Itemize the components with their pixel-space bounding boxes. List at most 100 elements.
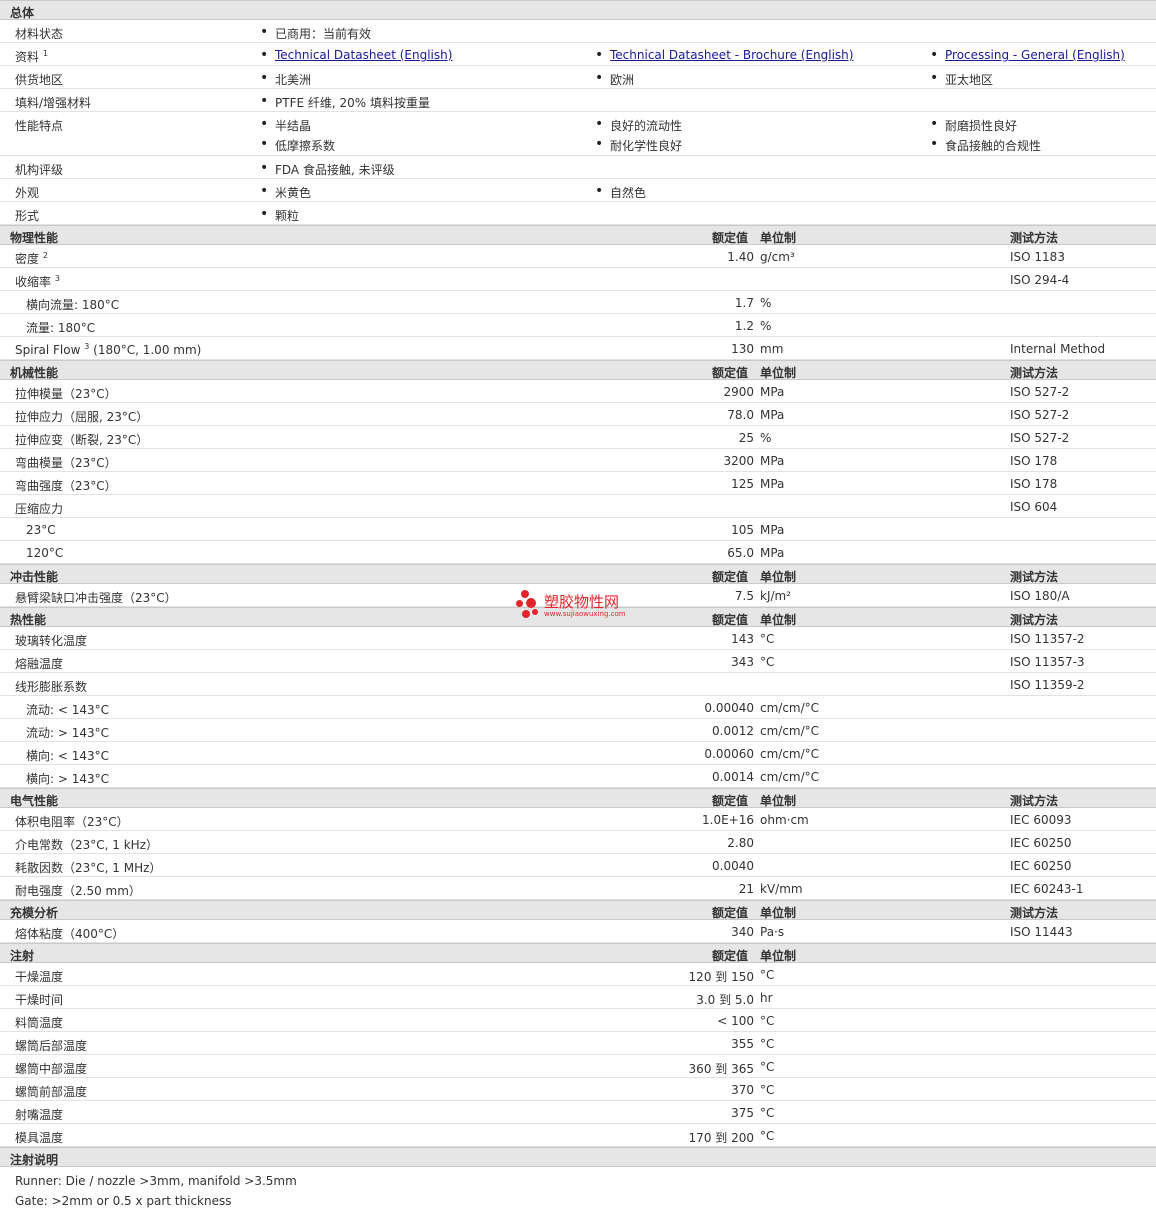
datasheet-link[interactable]: Processing - General (English) [945, 48, 1125, 62]
property-name: 模具温度 [15, 1131, 64, 1145]
datasheet-link[interactable]: Technical Datasheet (English) [275, 48, 452, 62]
row-label-text: 性能特点 [15, 119, 64, 133]
property-value: 343 [731, 655, 754, 669]
property-row: 拉伸应力（屈服, 23°C） 78.0 MPa ISO 527-2 [0, 403, 1156, 426]
property-name: 介电常数（23°C, 1 kHz） [15, 838, 158, 852]
section-header: 注射 额定值 单位制 [0, 943, 1156, 963]
section-header: 充模分析 额定值 单位制 测试方法 [0, 900, 1156, 920]
property-value: 143 [731, 632, 754, 646]
property-label: 线形膨胀系数 [15, 678, 87, 695]
item-text: 颗粒 [275, 209, 300, 223]
header-value: 额定值 [712, 366, 749, 380]
general-row: 形式 颗粒 [0, 202, 1156, 225]
property-name: 悬臂梁缺口冲击强度（23°C） [15, 591, 177, 605]
watermark-url: www.sujiaowuxing.com [544, 610, 626, 618]
property-name: 拉伸模量（23°C） [15, 387, 117, 401]
general-item: 颗粒 [260, 206, 300, 224]
property-label: 介电常数（23°C, 1 kHz） [15, 836, 158, 853]
property-value: 7.5 [734, 589, 754, 603]
property-value: 130 [731, 342, 754, 356]
property-label: 拉伸应变（断裂, 23°C） [15, 431, 148, 448]
property-value: 3.0 到 5.0 [696, 993, 754, 1007]
property-label: 干燥温度 [15, 968, 63, 985]
property-name: 料筒温度 [15, 1016, 64, 1030]
section-header: 机械性能 额定值 单位制 测试方法 [0, 360, 1156, 380]
property-name: 120°C [26, 546, 64, 560]
general-item: 已商用：当前有效 [260, 24, 371, 42]
general-row: 材料状态 已商用：当前有效 [0, 20, 1156, 43]
row-label: 性能特点 [15, 117, 63, 134]
property-unit: kJ/m² [760, 589, 792, 603]
general-row: 填料/增强材料 PTFE 纤维, 20% 填料按重量 [0, 89, 1156, 112]
property-label: 料筒温度 [15, 1014, 63, 1031]
test-method: ISO 11357-3 [1010, 655, 1085, 669]
property-label: 弯曲强度（23°C） [15, 477, 117, 494]
property-label: 螺筒后部温度 [15, 1037, 87, 1054]
section-title: 注射 [10, 949, 35, 963]
property-row: 线形膨胀系数 ISO 11359-2 [0, 673, 1156, 696]
property-label: 螺筒前部温度 [15, 1083, 87, 1100]
property-unit: cm/cm/°C [760, 770, 820, 784]
property-label: 模具温度 [15, 1129, 63, 1146]
footnote-marker: 2 [42, 251, 48, 260]
datasheet-link-item[interactable]: Technical Datasheet - Brochure (English) [595, 47, 853, 63]
item-text: 食品接触的合规性 [945, 139, 1042, 153]
property-unit: MPa [760, 408, 785, 422]
test-method: ISO 527-2 [1010, 408, 1070, 422]
property-name: 流动: < 143°C [26, 703, 110, 717]
property-label: 横向流量: 180°C [26, 296, 119, 313]
property-condition: (180°C, 1.00 mm) [89, 343, 202, 357]
test-method: IEC 60250 [1010, 836, 1072, 850]
property-unit: °C [760, 632, 775, 646]
property-row: 料筒温度 < 100 °C [0, 1009, 1156, 1032]
property-value: 0.0012 [712, 724, 754, 738]
section-title: 机械性能 [10, 366, 59, 380]
row-label-text: 填料/增强材料 [15, 96, 92, 110]
property-label: 压缩应力 [15, 500, 63, 517]
property-value: 120 到 150 [688, 970, 754, 984]
property-name: 螺筒前部温度 [15, 1085, 88, 1099]
property-row: 螺筒中部温度 360 到 365 °C [0, 1055, 1156, 1078]
general-item: 食品接触的合规性 [930, 136, 1042, 154]
property-value: 360 到 365 [688, 1062, 754, 1076]
datasheet-link-item[interactable]: Processing - General (English) [930, 47, 1125, 63]
test-method: ISO 178 [1010, 477, 1058, 491]
property-value: 65.0 [727, 546, 754, 560]
header-unit: 单位制 [760, 366, 797, 380]
row-label: 材料状态 [15, 25, 63, 42]
property-name: 密度 [15, 252, 40, 266]
row-label-text: 材料状态 [15, 27, 64, 41]
header-method: 测试方法 [1010, 906, 1059, 920]
property-name: 熔融温度 [15, 657, 64, 671]
row-label-text: 供货地区 [15, 73, 64, 87]
property-row: 流量: 180°C 1.2% [0, 314, 1156, 337]
property-label: 弯曲模量（23°C） [15, 454, 117, 471]
property-unit: ohm·cm [760, 813, 809, 827]
property-unit: MPa [760, 546, 785, 560]
property-value: 2900 [723, 385, 754, 399]
property-row: 弯曲强度（23°C） 125 MPa ISO 178 [0, 472, 1156, 495]
row-label: 机构评级 [15, 161, 63, 178]
property-value: 0.00060 [704, 747, 754, 761]
header-unit: 单位制 [760, 613, 797, 627]
datasheet-link[interactable]: Technical Datasheet - Brochure (English) [610, 48, 853, 62]
test-method: ISO 11357-2 [1010, 632, 1085, 646]
note-line: Runner: Die / nozzle >3mm, manifold >3.5… [15, 1174, 297, 1188]
header-unit: 单位制 [760, 231, 797, 245]
property-row: 熔融温度 343 °C ISO 11357-3 [0, 650, 1156, 673]
notes-body: Runner: Die / nozzle >3mm, manifold >3.5… [0, 1167, 1156, 1215]
property-row: 收缩率 3 ISO 294-4 [0, 268, 1156, 291]
general-item: 亚太地区 [930, 70, 993, 88]
test-method: Internal Method [1010, 342, 1106, 356]
datasheet-link-item[interactable]: Technical Datasheet (English) [260, 47, 452, 63]
property-value: 2.80 [727, 836, 754, 850]
property-unit: mm [760, 342, 784, 356]
property-label: 耐电强度（2.50 mm） [15, 882, 141, 899]
property-unit: MPa [760, 523, 785, 537]
header-value: 额定值 [712, 949, 749, 963]
footnote-marker: 1 [42, 49, 48, 58]
note-line: Gate: >2mm or 0.5 x part thickness [15, 1194, 232, 1208]
property-label: 120°C [26, 546, 63, 560]
property-label: 流动: < 143°C [26, 701, 109, 718]
property-unit: kV/mm [760, 882, 803, 896]
